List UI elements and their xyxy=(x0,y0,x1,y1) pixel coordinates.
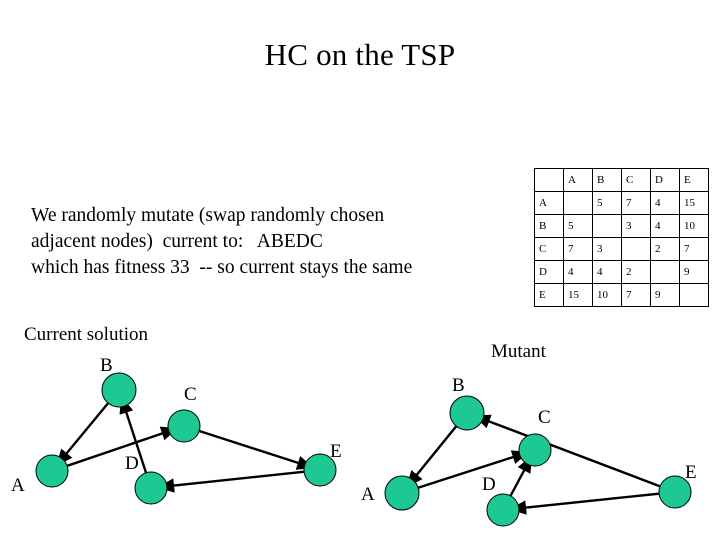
current-node-C[interactable] xyxy=(167,409,201,443)
mutant-edge-E-to-D xyxy=(509,491,668,515)
mutant-node-C[interactable] xyxy=(518,433,552,467)
mutant-node-B[interactable] xyxy=(449,395,485,431)
current-node-D[interactable] xyxy=(134,471,168,505)
current-edge-C-to-E xyxy=(190,427,314,470)
mutant-node-label-B: B xyxy=(452,375,465,396)
mutant-node-label-A: A xyxy=(361,484,375,505)
current-node-label-E: E xyxy=(330,441,342,462)
current-node-A[interactable] xyxy=(35,454,69,488)
current-node-label-A: A xyxy=(11,475,25,496)
mutant-edge-A-to-C xyxy=(408,450,529,492)
current-node-B[interactable] xyxy=(101,372,137,408)
graph-mutant: A B C D E xyxy=(361,375,697,527)
tsp-graph-layer: A B C D E A B C D E xyxy=(11,355,697,527)
mutant-node-A[interactable] xyxy=(384,475,420,511)
mutant-node-D[interactable] xyxy=(486,493,520,527)
slide-canvas: HC on the TSP We randomly mutate (swap r… xyxy=(0,0,720,540)
current-node-label-B: B xyxy=(100,355,113,376)
mutant-edge-E-to-B xyxy=(473,414,669,491)
graph-current-solution: A B C D E xyxy=(11,355,342,505)
current-node-label-D: D xyxy=(125,453,139,474)
current-edge-A-to-C xyxy=(58,426,178,470)
current-edge-E-to-D xyxy=(157,469,313,493)
mutant-node-label-D: D xyxy=(482,474,496,495)
mutant-node-label-C: C xyxy=(538,407,551,428)
current-node-label-C: C xyxy=(184,384,197,405)
mutant-node-label-E: E xyxy=(685,462,697,483)
